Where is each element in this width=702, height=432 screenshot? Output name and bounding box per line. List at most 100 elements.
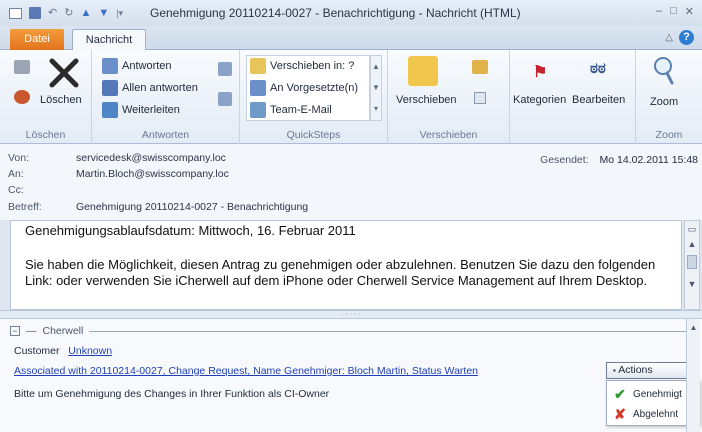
minimize-button[interactable]: – [656,5,662,18]
folder-icon [250,58,266,74]
delete-button[interactable]: Löschen [40,94,82,106]
divider [89,330,690,332]
subject-label: Betreff: [8,201,42,213]
window-title: Genehmigung 20110214-0027 - Benachrichti… [150,6,521,20]
reply-button[interactable]: Antworten [102,58,172,74]
quicksteps-scroll[interactable]: ▲ ▼ ▾ [370,55,382,121]
scroll-up-icon[interactable]: ▲ [685,239,699,249]
team-mail-icon [250,102,266,118]
cc-label: Cc: [8,184,24,196]
to-label: An: [8,168,24,180]
close-button[interactable]: ✕ [685,5,694,18]
scroll-thumb[interactable] [687,255,697,269]
quick-access-toolbar: ↶ ↻ ▲ ▼ |▾ [0,7,123,19]
edit-button[interactable]: Bearbeiten [572,94,625,106]
binoculars-icon: ಠಠ [590,60,606,77]
reply-icon [102,58,118,74]
categories-button[interactable]: Kategorien [513,94,566,106]
manager-icon [250,80,266,96]
page-icon: ▭ [687,224,697,234]
group-antworten: Antworten Allen antworten Weiterleiten A… [92,50,240,144]
group-loeschen: Löschen Löschen [0,50,92,144]
move-icon [408,56,438,86]
forward-icon [102,102,118,118]
group-verschieben: Verschieben Verschieben [388,50,510,144]
redo-icon[interactable]: ↻ [64,7,73,19]
from-row: Von: servicedesk@swisscompany.loc [8,152,226,164]
title-bar: ↶ ↻ ▲ ▼ |▾ Genehmigung 20110214-0027 - B… [0,0,702,26]
undo-icon[interactable]: ↶ [48,7,57,19]
mail-icon [9,7,22,19]
sent-row: Gesendet: Mo 14.02.2011 15:48 [540,154,698,166]
reply-all-button[interactable]: Allen antworten [102,80,198,96]
zoom-button[interactable]: Zoom [650,96,678,108]
ribbon: Löschen Löschen Antworten Allen antworte… [0,50,702,144]
cherwell-title: Cherwell [42,325,84,337]
customer-link[interactable]: Unknown [68,345,112,357]
quickstep-to-manager[interactable]: An Vorgesetzte(n) [250,80,358,96]
customer-label: Customer [14,345,60,357]
down-arrow-icon[interactable]: ▼ [98,7,109,19]
reply-all-icon [102,80,118,96]
ribbon-tabs: Datei Nachricht △ ? [0,26,702,51]
flag-icon: ⚑ [533,64,548,81]
customer-row: Customer Unknown [14,345,112,357]
maximize-button[interactable]: □ [670,5,677,18]
junk-icon[interactable] [14,90,30,104]
to-row: An: Martin.Bloch@swisscompany.loc [8,168,229,180]
associated-link[interactable]: Associated with 20110214-0027, Change Re… [14,365,478,377]
group-label-verschieben: Verschieben [419,129,478,141]
sent-label: Gesendet: [540,154,589,166]
group-zoom: Zoom Zoom [636,50,702,144]
save-icon[interactable] [29,7,41,19]
ignore-icon[interactable] [14,60,30,74]
group-quicksteps: Verschieben in: ? An Vorgesetzte(n) Team… [240,50,388,144]
collapse-ribbon-icon[interactable]: △ [665,32,673,43]
sent-value: Mo 14.02.2011 15:48 [599,154,698,166]
group-tags: ⚑ Kategorien ಠಠ Bearbeiten [510,50,636,144]
rules-icon[interactable] [472,60,488,74]
dropdown-icon: ▪ [613,366,616,375]
tab-file[interactable]: Datei [10,29,64,50]
tab-message[interactable]: Nachricht [72,29,146,51]
message-header: Von: servicedesk@swisscompany.loc An: Ma… [0,144,702,220]
group-label-zoom: Zoom [655,129,683,141]
actions-button[interactable]: ▪ Actions [606,362,688,379]
cherwell-pane: − — Cherwell Customer Unknown Associated… [0,319,702,432]
actions-icon[interactable] [474,92,486,104]
x-icon: ✘ [614,405,626,422]
forward-button[interactable]: Weiterleiten [102,102,180,118]
group-label-quicksteps: QuickSteps [286,129,341,141]
help-icon[interactable]: ? [679,30,694,45]
up-arrow-icon[interactable]: ▲ [80,7,91,19]
check-icon: ✔ [614,385,626,402]
quickstep-team-mail[interactable]: Team-E-Mail [250,102,332,118]
collapse-icon[interactable]: − [10,326,20,336]
scroll-down-icon[interactable]: ▼ [685,279,699,289]
pane-scroll-up-icon[interactable]: ▲ [687,323,700,332]
move-button[interactable]: Verschieben [396,94,457,106]
group-label-antworten: Antworten [141,129,190,141]
cherwell-header: − — Cherwell [10,325,690,337]
subject-value: Genehmigung 20110214-0027 - Benachrichti… [76,201,309,213]
quickstep-move-to[interactable]: Verschieben in: ? [250,58,354,74]
meeting-icon[interactable] [218,62,232,76]
group-label-loeschen: Löschen [25,129,66,141]
zoom-icon [654,57,674,85]
body-line-2: Sie haben die Möglichkeit, diesen Antrag… [25,257,656,272]
pane-splitter[interactable]: · · · · · [0,310,702,319]
pane-scrollbar[interactable]: ▲ [686,319,700,432]
message-body[interactable]: Genehmigungsablaufsdatum: Mittwoch, 16. … [10,220,682,310]
body-line-3: Link: oder verwenden Sie iCherwell auf d… [25,273,648,288]
approval-note: Bitte um Genehmigung des Changes in Ihre… [14,388,330,400]
cc-row: Cc: [8,184,68,196]
delete-icon [49,58,79,88]
body-scrollbar[interactable]: ▭ ▲ ▼ [684,220,700,310]
from-label: Von: [8,152,30,164]
to-value[interactable]: Martin.Bloch@swisscompany.loc [76,168,229,180]
from-value[interactable]: servicedesk@swisscompany.loc [76,152,226,164]
more-respond-icon[interactable] [218,92,232,106]
body-expiry-line: Genehmigungsablaufsdatum: Mittwoch, 16. … [25,223,356,238]
customize-icon[interactable]: |▾ [116,7,123,19]
dash-icon: — [26,325,37,337]
